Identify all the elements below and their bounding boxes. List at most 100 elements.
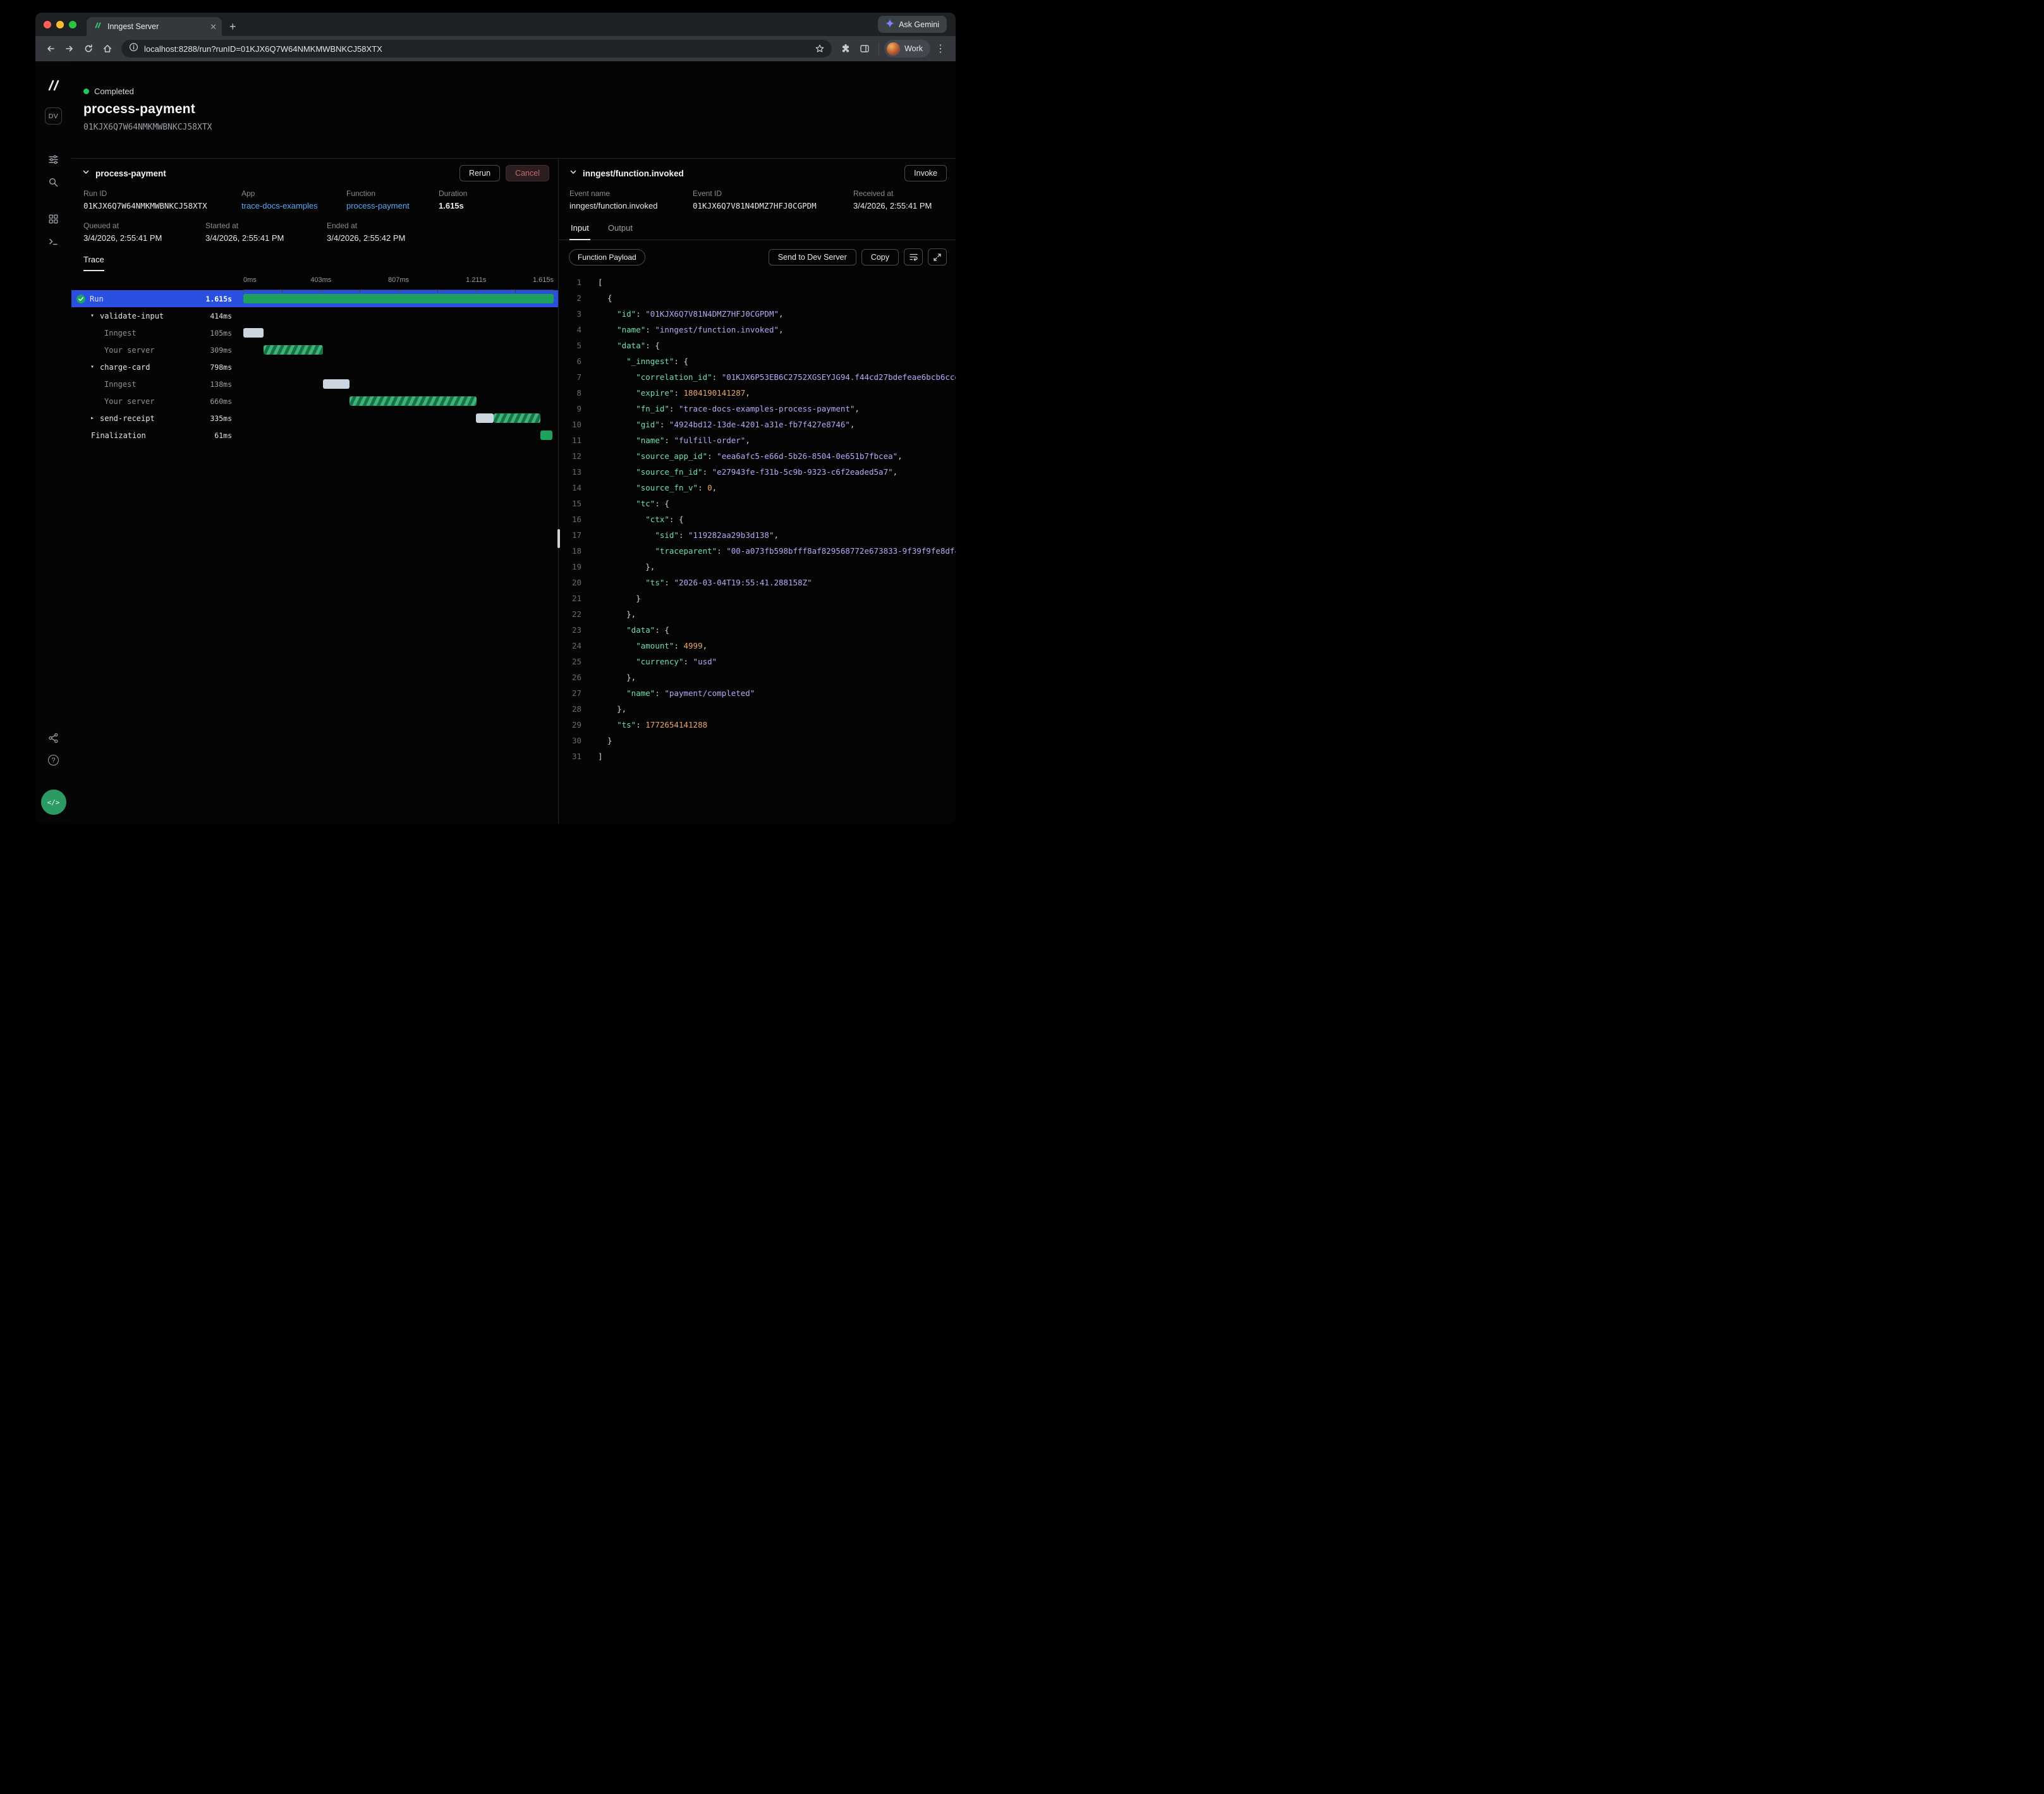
code-token [598, 515, 645, 524]
code-token: 1804190141287 [684, 388, 746, 398]
code-text: [ [598, 274, 956, 290]
apps-grid-icon[interactable] [48, 213, 59, 224]
code-token: : [717, 546, 726, 556]
url-text[interactable]: localhost:8288/run?runID=01KJX6Q7W64NMKM… [144, 44, 807, 54]
functions-terminal-icon[interactable] [48, 236, 59, 247]
code-token [598, 530, 655, 540]
trace-section-title: process-payment [95, 169, 166, 178]
collapse-chevron-icon[interactable] [569, 168, 577, 179]
trace-row[interactable]: Inngest138ms [71, 375, 558, 393]
code-token: : [683, 657, 693, 666]
expand-fullscreen-icon[interactable] [928, 248, 947, 265]
line-number: 11 [559, 432, 581, 448]
code-token: "name" [626, 688, 655, 698]
bookmark-star-icon[interactable] [813, 42, 827, 56]
trace-row[interactable]: Your server309ms [71, 341, 558, 358]
browser-menu-kebab-icon[interactable]: ⋮ [932, 40, 949, 58]
tab-trace[interactable]: Trace [83, 255, 104, 271]
code-token: "expire" [636, 388, 674, 398]
share-icon[interactable] [48, 732, 59, 743]
ask-gemini-button[interactable]: Ask Gemini [878, 16, 947, 33]
chevron-right-icon[interactable]: ▸ [89, 415, 95, 422]
code-token: "source_app_id" [636, 451, 707, 461]
code-line: 10 "gid": "4924bd12-13de-4201-a31e-fb7f4… [559, 417, 956, 432]
reload-button[interactable] [80, 40, 97, 58]
event-panel-header: inngest/function.invoked Invoke [559, 159, 956, 188]
new-tab-button[interactable]: + [229, 20, 236, 33]
profile-chip[interactable]: Work [884, 40, 930, 58]
collapse-chevron-icon[interactable] [82, 168, 90, 179]
code-token [598, 499, 636, 508]
inngest-logo-icon[interactable] [46, 78, 62, 96]
tab-input[interactable]: Input [569, 219, 590, 240]
code-token: "eea6afc5-e66d-5b26-8504-0e651b7fbcea" [717, 451, 897, 461]
page-title: process-payment [83, 102, 956, 117]
panel-resize-handle[interactable] [557, 529, 560, 548]
trace-row[interactable]: Finalization61ms [71, 427, 558, 444]
profile-label: Work [904, 44, 923, 53]
code-text: "sid": "119282aa29b3d138", [598, 527, 956, 543]
code-token: : { [674, 357, 688, 366]
trace-row[interactable]: ▾validate-input414ms [71, 307, 558, 324]
tab-title: Inngest Server [107, 22, 205, 31]
trace-bar-segment [264, 345, 323, 355]
code-token: : [674, 388, 683, 398]
zoom-window-button[interactable] [69, 21, 76, 28]
chevron-down-icon[interactable]: ▾ [89, 363, 95, 370]
trace-row[interactable]: Inngest105ms [71, 324, 558, 341]
tab-close-icon[interactable]: ✕ [210, 23, 217, 31]
trace-row[interactable]: Run1.615s [71, 290, 558, 307]
events-search-icon[interactable] [48, 176, 59, 188]
code-view[interactable]: 1[2 {3 "id": "01KJX6Q7V81N4DMZ7HFJ0CGPDM… [559, 272, 956, 824]
code-token: }, [598, 609, 636, 619]
trace-row[interactable]: Your server660ms [71, 393, 558, 410]
code-line: 28 }, [559, 701, 956, 717]
send-to-dev-server-button[interactable]: Send to Dev Server [769, 249, 856, 265]
code-token: 4999 [684, 641, 703, 650]
code-token [598, 688, 626, 698]
minimize-window-button[interactable] [56, 21, 64, 28]
word-wrap-icon[interactable] [904, 248, 923, 265]
runs-icon[interactable] [48, 154, 59, 165]
line-number: 26 [559, 669, 581, 685]
trace-row[interactable]: ▾charge-card798ms [71, 358, 558, 375]
cancel-button[interactable]: Cancel [506, 165, 549, 181]
help-icon[interactable]: ? [48, 755, 59, 766]
trace-detail-label: Function [346, 189, 439, 198]
forward-button[interactable] [61, 40, 78, 58]
side-panel-icon[interactable] [856, 40, 873, 58]
line-number: 12 [559, 448, 581, 464]
code-token: : [712, 372, 722, 382]
trace-detail-value[interactable]: trace-docs-examples [241, 201, 346, 211]
trace-row[interactable]: ▸send-receipt335ms [71, 410, 558, 427]
dev-server-button[interactable]: </> [41, 790, 66, 815]
browser-tab[interactable]: Inngest Server ✕ [87, 17, 222, 36]
trace-detail-value[interactable]: process-payment [346, 201, 439, 211]
tab-output[interactable]: Output [607, 219, 634, 240]
code-token [598, 357, 626, 366]
chevron-down-icon[interactable]: ▾ [89, 312, 95, 319]
url-bar[interactable]: localhost:8288/run?runID=01KJX6Q7W64NMKM… [121, 40, 832, 58]
code-token: { [598, 293, 612, 303]
line-number: 22 [559, 606, 581, 622]
function-payload-pill[interactable]: Function Payload [569, 249, 645, 265]
site-info-icon[interactable] [129, 42, 138, 55]
code-token [598, 309, 617, 319]
tab-favicon-inngest-icon [94, 21, 102, 33]
trace-row-bars [243, 324, 554, 341]
rerun-button[interactable]: Rerun [459, 165, 500, 181]
code-text: }, [598, 559, 956, 575]
invoke-button[interactable]: Invoke [904, 165, 947, 181]
trace-row-bars [243, 427, 554, 444]
close-window-button[interactable] [44, 21, 51, 28]
code-text: "gid": "4924bd12-13de-4201-a31e-fb7f427e… [598, 417, 956, 432]
env-badge[interactable]: DV [45, 107, 62, 125]
copy-button[interactable]: Copy [861, 249, 899, 265]
home-button[interactable] [99, 40, 116, 58]
extensions-puzzle-icon[interactable] [837, 40, 855, 58]
sidebar-nav-bottom [48, 213, 59, 247]
back-button[interactable] [42, 40, 59, 58]
code-token [598, 341, 617, 350]
code-token: "data" [626, 625, 655, 635]
trace-bar-segment [243, 294, 554, 303]
